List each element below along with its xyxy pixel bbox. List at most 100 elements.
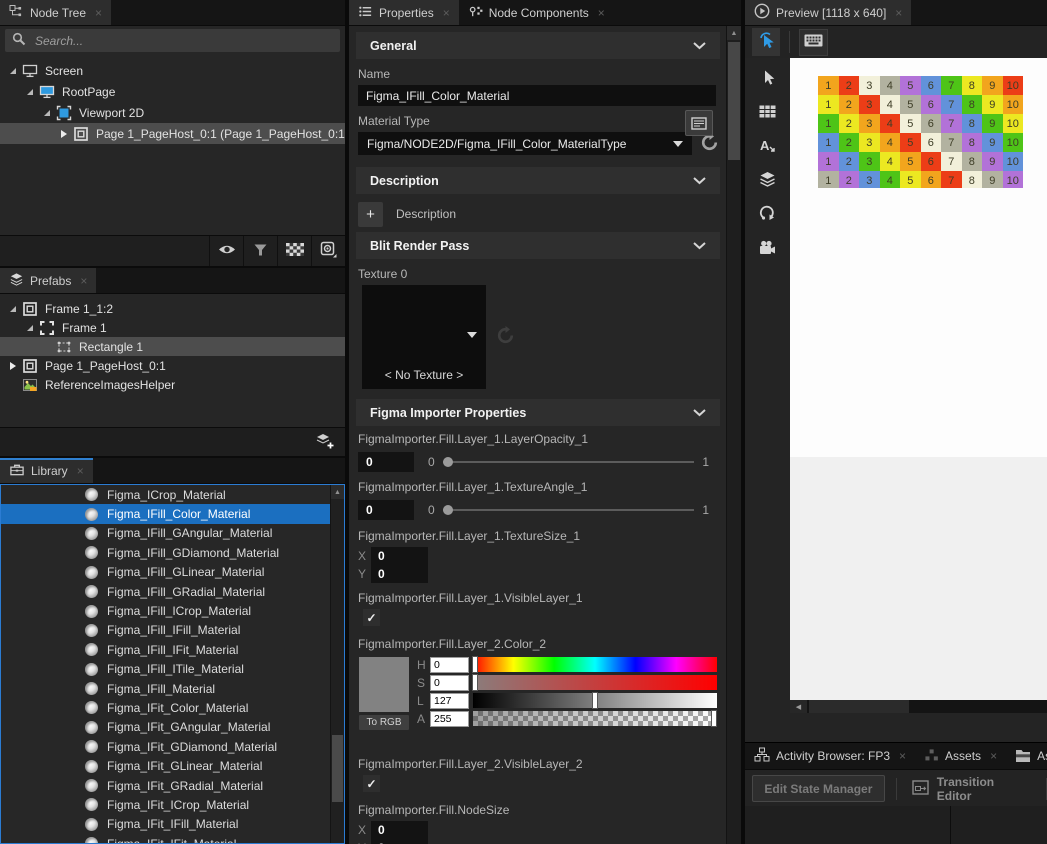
- close-icon[interactable]: ×: [80, 274, 87, 288]
- search-box[interactable]: [5, 29, 340, 52]
- prefabs-item[interactable]: Frame 1: [0, 318, 345, 337]
- filter-button[interactable]: [243, 236, 277, 266]
- expander-collapsed-icon[interactable]: [57, 130, 71, 138]
- section-header-blit-render-pass[interactable]: Blit Render Pass: [356, 232, 720, 259]
- expander-expanded-icon[interactable]: [40, 110, 54, 116]
- node-size-x-field[interactable]: 0: [371, 821, 428, 839]
- prefabs-item[interactable]: Rectangle 1: [0, 337, 345, 356]
- transparency-toggle-button[interactable]: [277, 236, 311, 266]
- expander-expanded-icon[interactable]: [6, 306, 20, 312]
- expander-expanded-icon[interactable]: [23, 89, 37, 95]
- scroll-up-button[interactable]: ▲: [331, 485, 344, 499]
- texture-size-x-field[interactable]: 0: [371, 547, 428, 565]
- visibility-toggle-button[interactable]: [209, 236, 243, 266]
- library-item[interactable]: Figma_IFill_ITile_Material: [1, 660, 344, 679]
- close-icon[interactable]: ×: [95, 6, 102, 20]
- library-item[interactable]: Figma_IFit_GLinear_Material: [1, 756, 344, 775]
- h-field[interactable]: 0: [430, 657, 469, 673]
- expander-expanded-icon[interactable]: [23, 325, 37, 331]
- tab-library[interactable]: Library ×: [0, 458, 93, 483]
- close-icon[interactable]: ×: [77, 464, 84, 478]
- close-icon[interactable]: ×: [598, 6, 605, 20]
- scroll-up-button[interactable]: ▲: [727, 26, 741, 40]
- prefabs-item[interactable]: Frame 1_1:2: [0, 299, 345, 318]
- visible-layer-2-checkbox[interactable]: ✓: [363, 775, 380, 792]
- color-swatch[interactable]: [359, 657, 409, 712]
- s-field[interactable]: 0: [430, 675, 469, 691]
- library-item[interactable]: Figma_IFill_Color_Material: [1, 504, 344, 523]
- connections-button[interactable]: [754, 202, 782, 227]
- scroll-left-button[interactable]: ◀: [790, 700, 807, 713]
- transition-editor-button[interactable]: Transition Editor: [908, 776, 1035, 801]
- split-divider[interactable]: [950, 806, 951, 844]
- texture-size-y-field[interactable]: 0: [371, 565, 428, 583]
- material-type-dropdown[interactable]: Figma/NODE2D/Figma_IFill_Color_MaterialT…: [358, 132, 692, 155]
- l-field[interactable]: 127: [430, 693, 469, 709]
- properties-scrollbar[interactable]: ▲: [726, 26, 741, 844]
- library-item[interactable]: Figma_ICrop_Material: [1, 485, 344, 504]
- library-item[interactable]: Figma_IFill_IFit_Material: [1, 640, 344, 659]
- keyboard-input-button[interactable]: [799, 29, 828, 56]
- saturation-bar[interactable]: [473, 675, 717, 690]
- close-icon[interactable]: ×: [899, 749, 906, 763]
- slider-thumb[interactable]: [443, 457, 453, 467]
- tab-activity-browser[interactable]: Activity Browser: FP3 ×: [745, 743, 915, 769]
- name-field[interactable]: [358, 85, 716, 106]
- library-item[interactable]: Figma_IFill_ICrop_Material: [1, 601, 344, 620]
- interact-tool-button[interactable]: [752, 28, 780, 56]
- node-size-y-field[interactable]: 0: [371, 839, 428, 844]
- tab-node-tree[interactable]: Node Tree ×: [0, 0, 111, 25]
- texture-dropdown[interactable]: < No Texture >: [362, 285, 486, 389]
- tab-properties[interactable]: Properties ×: [349, 0, 459, 25]
- tab-prefabs[interactable]: Prefabs ×: [0, 268, 96, 293]
- close-icon[interactable]: ×: [895, 6, 902, 20]
- prefabs-item[interactable]: ReferenceImagesHelper: [0, 375, 345, 394]
- library-item[interactable]: Figma_IFit_IFit_Material: [1, 834, 344, 844]
- expander-collapsed-icon[interactable]: [6, 362, 20, 370]
- library-item[interactable]: Figma_IFit_Color_Material: [1, 698, 344, 717]
- scrollbar-thumb[interactable]: [809, 700, 909, 713]
- library-item[interactable]: Figma_IFit_ICrop_Material: [1, 795, 344, 814]
- tab-node-components[interactable]: Node Components ×: [459, 0, 614, 25]
- slider-value-field[interactable]: 0: [358, 452, 414, 472]
- library-scrollbar[interactable]: ▲: [330, 485, 344, 843]
- tab-preview[interactable]: Preview [1118 x 640] ×: [745, 0, 911, 25]
- tab-assets[interactable]: Assets ×: [915, 743, 1006, 769]
- preview-horizontal-scrollbar[interactable]: ◀: [790, 700, 1047, 713]
- add-description-button[interactable]: +: [358, 202, 383, 227]
- scrollbar-thumb[interactable]: [728, 42, 740, 160]
- node-tree-item[interactable]: RootPage: [0, 81, 345, 102]
- library-item[interactable]: Figma_IFill_GRadial_Material: [1, 582, 344, 601]
- grid-view-button[interactable]: [754, 100, 782, 125]
- close-icon[interactable]: ×: [443, 6, 450, 20]
- visible-layer-1-checkbox[interactable]: ✓: [363, 609, 380, 626]
- layers-button[interactable]: [754, 168, 782, 193]
- alpha-bar[interactable]: [473, 711, 717, 726]
- library-item[interactable]: Figma_IFill_Material: [1, 679, 344, 698]
- open-material-editor-button[interactable]: [685, 110, 713, 136]
- library-item[interactable]: Figma_IFill_GDiamond_Material: [1, 543, 344, 562]
- pointer-tool-button[interactable]: [754, 66, 782, 91]
- section-header-figma-importer[interactable]: Figma Importer Properties: [356, 399, 720, 426]
- section-header-general[interactable]: General: [356, 32, 720, 59]
- node-tree-item[interactable]: Viewport 2D: [0, 102, 345, 123]
- lightness-bar[interactable]: [473, 693, 717, 708]
- edit-state-manager-button[interactable]: Edit State Manager: [752, 775, 885, 802]
- a-field[interactable]: 255: [430, 711, 469, 727]
- node-tree-item[interactable]: Screen: [0, 60, 345, 81]
- viewport-options-button[interactable]: [311, 236, 345, 266]
- camera-button[interactable]: [754, 236, 782, 261]
- section-header-description[interactable]: Description: [356, 167, 720, 194]
- slider-track[interactable]: [443, 499, 695, 521]
- library-item[interactable]: Figma_IFill_GLinear_Material: [1, 563, 344, 582]
- hue-bar[interactable]: [473, 657, 717, 672]
- library-item[interactable]: Figma_IFit_GRadial_Material: [1, 776, 344, 795]
- to-rgb-button[interactable]: To RGB: [359, 715, 409, 730]
- prefabs-item[interactable]: Page 1_PageHost_0:1: [0, 356, 345, 375]
- slider-track[interactable]: [443, 451, 695, 473]
- library-item[interactable]: Figma_IFit_GAngular_Material: [1, 718, 344, 737]
- scrollbar-thumb[interactable]: [332, 735, 343, 802]
- library-item[interactable]: Figma_IFit_GDiamond_Material: [1, 737, 344, 756]
- text-tool-button[interactable]: A: [754, 134, 782, 159]
- search-input[interactable]: [33, 33, 333, 49]
